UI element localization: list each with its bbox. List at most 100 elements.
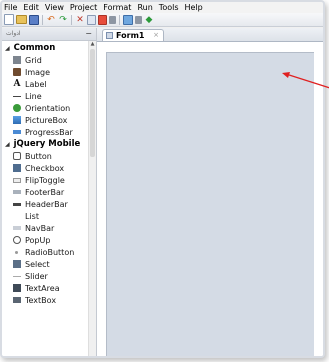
tool-label: ProgressBar [25, 127, 73, 137]
tool-label: Grid [25, 55, 42, 65]
tool-label: PopUp [25, 235, 51, 245]
cut-icon[interactable]: ✕ [75, 15, 85, 25]
scroll-up-icon[interactable]: ▲ [89, 41, 96, 48]
menu-bar: File Edit View Project Format Run Tools … [2, 2, 323, 13]
open-folder-icon[interactable] [16, 15, 27, 24]
menu-help[interactable]: Help [185, 2, 203, 13]
popup-icon [13, 236, 21, 244]
menu-view[interactable]: View [45, 2, 64, 13]
tab-form1[interactable]: Form1 × [102, 29, 164, 41]
tool-label: FooterBar [25, 187, 65, 197]
image-icon [13, 68, 21, 76]
tool-picturebox[interactable]: PictureBox [2, 114, 88, 126]
toolbox-title: ادوات [6, 30, 21, 37]
collapse-icon[interactable]: ◢ [5, 141, 10, 148]
form-canvas[interactable] [106, 52, 314, 356]
tool-label: Checkbox [25, 163, 65, 173]
tool-checkbox[interactable]: Checkbox [2, 162, 88, 174]
copy-icon[interactable] [87, 14, 96, 25]
tool-radiobutton[interactable]: RadioButton [2, 246, 88, 258]
menu-file[interactable]: File [4, 2, 17, 13]
label-icon: A [13, 79, 21, 89]
tool-button[interactable]: Button [2, 150, 88, 162]
picturebox-icon [13, 116, 21, 124]
tool-fliptoggle[interactable]: FlipToggle [2, 174, 88, 186]
tool-slider[interactable]: Slider [2, 270, 88, 282]
paste-icon[interactable] [98, 14, 107, 25]
tool-label: Slider [25, 271, 48, 281]
tool-label: List [25, 211, 39, 221]
undo-icon[interactable]: ↶ [46, 15, 56, 25]
annotation-arrow [282, 72, 329, 89]
slider-icon [13, 275, 21, 277]
new-file-icon[interactable] [4, 14, 14, 25]
fliptoggle-icon [13, 177, 21, 183]
menu-project[interactable]: Project [70, 2, 97, 13]
form-icon [106, 32, 113, 39]
menu-format[interactable]: Format [103, 2, 131, 13]
tool-progressbar[interactable]: ProgressBar [2, 126, 88, 138]
group-common[interactable]: ◢ Common [2, 42, 88, 54]
headerbar-icon [13, 202, 21, 206]
tool-popup[interactable]: PopUp [2, 234, 88, 246]
radiobutton-icon [15, 250, 18, 254]
tool-label: NavBar [25, 223, 55, 233]
app-window: File Edit View Project Format Run Tools … [0, 0, 325, 358]
toolbar-separator [42, 14, 43, 25]
pin-icon[interactable]: − [85, 28, 92, 40]
document-tabs: Form1 × [97, 28, 323, 42]
tool-label[interactable]: A Label [2, 78, 88, 90]
toolbar: ↶ ↷ ✕ ◆ [2, 13, 323, 27]
image-icon[interactable] [123, 14, 133, 25]
save-icon[interactable] [29, 14, 39, 25]
tool-textarea[interactable]: TextArea [2, 282, 88, 294]
tool-label: Label [25, 79, 47, 89]
menu-edit[interactable]: Edit [23, 2, 39, 13]
collapse-icon[interactable]: ◢ [5, 45, 10, 52]
tool-label: Select [25, 259, 50, 269]
toolbox-panel: ادوات − ▲ ◢ Common Grid Image A Label Lin… [2, 28, 97, 356]
progressbar-icon [13, 130, 21, 134]
toolbox-scrollbar[interactable]: ▲ [88, 41, 96, 356]
textbox-icon [13, 297, 21, 303]
tool-select[interactable]: Select [2, 258, 88, 270]
toolbar-separator [71, 14, 72, 25]
redo-icon[interactable]: ↷ [58, 15, 68, 25]
group-jquery-mobile[interactable]: ◢ jQuery Mobile [2, 138, 88, 150]
tool-label: HeaderBar [25, 199, 68, 209]
scrollbar-thumb[interactable] [90, 49, 95, 157]
document-icon[interactable] [135, 15, 142, 24]
find-icon[interactable] [109, 15, 116, 24]
menu-tools[interactable]: Tools [159, 2, 179, 13]
menu-run[interactable]: Run [137, 2, 152, 13]
toolbar-separator [119, 14, 120, 25]
group-label: Common [13, 43, 56, 53]
tool-label: Orientation [25, 103, 71, 113]
tool-label: PictureBox [25, 115, 68, 125]
tool-line[interactable]: Line [2, 90, 88, 102]
tool-grid[interactable]: Grid [2, 54, 88, 66]
textarea-icon [13, 284, 21, 292]
tool-label: Line [25, 91, 42, 101]
line-icon [13, 95, 21, 97]
tab-label: Form1 [116, 31, 145, 40]
tool-image[interactable]: Image [2, 66, 88, 78]
tool-headerbar[interactable]: HeaderBar [2, 198, 88, 210]
tool-footerbar[interactable]: FooterBar [2, 186, 88, 198]
tool-label: RadioButton [25, 247, 75, 257]
tool-navbar[interactable]: NavBar [2, 222, 88, 234]
navbar-icon [13, 226, 21, 230]
tool-orientation[interactable]: Orientation [2, 102, 88, 114]
arrow-head-icon [282, 72, 290, 78]
close-icon[interactable]: × [153, 31, 159, 39]
footerbar-icon [13, 190, 21, 194]
group-label: jQuery Mobile [13, 139, 81, 149]
tool-list[interactable]: List [2, 210, 88, 222]
tool-label: TextBox [25, 295, 57, 305]
toolbox-header: ادوات − [2, 28, 96, 41]
checkbox-icon [13, 164, 21, 172]
tool-textbox[interactable]: TextBox [2, 294, 88, 306]
tool-label: Image [25, 67, 51, 77]
run-icon[interactable]: ◆ [144, 15, 154, 25]
tool-label: TextArea [25, 283, 60, 293]
